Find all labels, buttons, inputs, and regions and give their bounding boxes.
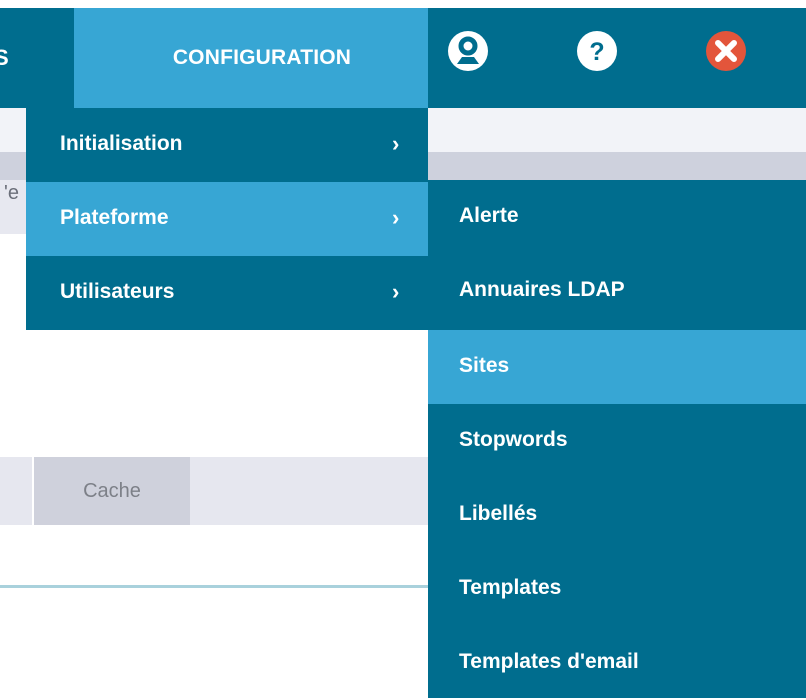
submenu-item-sites[interactable]: Sites (428, 330, 806, 404)
submenu-item-libelles[interactable]: Libellés (428, 478, 806, 552)
page-partial-text: 'e (4, 182, 19, 204)
submenu-item-label: Alerte (459, 204, 519, 227)
nav-item-partial[interactable]: S (0, 8, 74, 108)
tab-cache[interactable]: Cache (34, 457, 190, 525)
close-icon[interactable] (705, 30, 747, 72)
tab-cache-label: Cache (83, 479, 141, 502)
chevron-right-icon: › (392, 131, 400, 156)
submenu-item-alerte[interactable]: Alerte (428, 180, 806, 254)
menu-item-label: Utilisateurs (60, 280, 175, 303)
menu-item-label: Initialisation (60, 132, 183, 155)
nav-item-configuration-label: CONFIGURATION (172, 46, 352, 69)
menu-item-utilisateurs[interactable]: Utilisateurs › (26, 256, 428, 330)
submenu-item-label: Templates d'email (459, 650, 639, 673)
submenu-item-templates[interactable]: Templates (428, 552, 806, 626)
submenu-item-label: Libellés (459, 502, 538, 525)
svg-text:?: ? (589, 38, 604, 66)
chevron-right-icon: › (392, 279, 400, 304)
submenu-item-annuaires-ldap[interactable]: Annuaires LDAP (428, 254, 806, 328)
user-icon[interactable] (447, 30, 489, 72)
nav-item-partial-label: S (0, 45, 9, 70)
submenu-item-templates-email[interactable]: Templates d'email (428, 626, 806, 700)
submenu-item-label: Templates (459, 576, 562, 599)
submenu-item-label: Stopwords (459, 428, 568, 451)
submenu-item-stopwords[interactable]: Stopwords (428, 404, 806, 478)
configuration-dropdown: Initialisation › Plateforme › Utilisateu… (26, 108, 428, 330)
nav-item-configuration[interactable]: CONFIGURATION (74, 8, 428, 108)
content-separator-line (0, 585, 428, 588)
chevron-right-icon: › (392, 205, 400, 230)
menu-item-label: Plateforme (60, 206, 169, 229)
menu-item-initialisation[interactable]: Initialisation › (26, 108, 428, 182)
submenu-item-label: Sites (459, 354, 510, 377)
menu-item-plateforme[interactable]: Plateforme › (26, 182, 428, 256)
submenu-item-label: Annuaires LDAP (459, 278, 625, 301)
plateforme-submenu: Alerte Annuaires LDAP Sites Stopwords Li… (428, 180, 806, 698)
help-icon[interactable]: ? (576, 30, 618, 72)
